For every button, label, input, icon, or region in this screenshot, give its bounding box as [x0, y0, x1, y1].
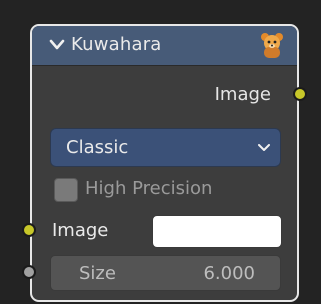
high-precision-checkbox[interactable]: [54, 178, 78, 202]
node-editor-canvas[interactable]: Kuwahara Image Classic High Precision Im…: [0, 0, 321, 304]
size-number-field[interactable]: Size 6.000: [50, 255, 281, 291]
input-image-socket[interactable]: [22, 223, 36, 237]
node-title: Kuwahara: [71, 34, 162, 55]
size-label: Size: [79, 263, 116, 284]
chevron-down-icon[interactable]: [49, 38, 65, 52]
node-header[interactable]: Kuwahara: [32, 26, 297, 66]
input-size-socket[interactable]: [22, 265, 36, 279]
kuwahara-node[interactable]: Kuwahara Image Classic High Precision Im…: [22, 24, 307, 302]
output-image-label: Image: [214, 84, 271, 105]
variation-dropdown[interactable]: Classic: [50, 128, 281, 167]
input-image-label: Image: [52, 220, 109, 241]
bear-icon: [261, 33, 283, 58]
chevron-down-icon: [258, 144, 270, 151]
image-color-field[interactable]: [152, 215, 282, 248]
dropdown-selected-value: Classic: [66, 137, 129, 158]
size-value: 6.000: [203, 263, 255, 284]
high-precision-label: High Precision: [85, 178, 213, 199]
output-image-socket[interactable]: [293, 87, 307, 101]
